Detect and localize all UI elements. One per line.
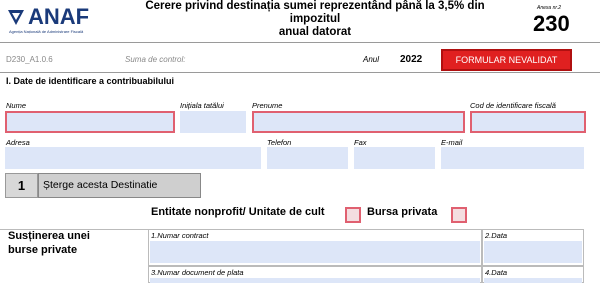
email-label: E-mail [441, 138, 463, 147]
data1-input[interactable] [484, 241, 582, 263]
anaf-logo: ANAF Agenția Națională de Administrare F… [6, 6, 126, 36]
entitate-checkbox[interactable] [345, 207, 361, 223]
title-line-1: Cerere privind destinația sumei reprezen… [145, 0, 485, 25]
fax-input[interactable] [354, 147, 435, 169]
title-line-2: anual datorat [278, 26, 352, 38]
prenume-input[interactable] [252, 111, 465, 133]
entitate-label: Entitate nonprofit/ Unitate de cult [151, 206, 325, 218]
form-code: D230_A1.0.6 [6, 55, 53, 64]
bursa-label: Bursa privata [367, 206, 438, 218]
adresa-label: Adresa [6, 138, 30, 147]
data2-label: 4.Data [485, 268, 508, 277]
nume-input[interactable] [5, 111, 175, 133]
prenume-label: Prenume [252, 101, 283, 110]
contract-label: 1.Numar contract [151, 231, 209, 240]
telefon-input[interactable] [267, 147, 348, 169]
contract-input[interactable] [150, 241, 480, 263]
bursa-title-line-1: Susținerea unei [8, 230, 90, 242]
data1-label: 2.Data [485, 231, 508, 240]
header-divider [0, 42, 600, 43]
control-sum-label: Suma de control: [125, 55, 186, 64]
form-number: 230 [533, 11, 570, 36]
bursa-title-line-2: burse private [8, 244, 78, 256]
delete-destination-button[interactable]: Șterge acesta Destinatie [38, 173, 201, 198]
data2-input[interactable] [484, 278, 582, 283]
email-input[interactable] [441, 147, 584, 169]
form-status-button[interactable]: FORMULAR NEVALIDAT [441, 49, 572, 71]
anaf-emblem-icon [8, 10, 24, 25]
section-title: I. Date de identificare a contribuabilul… [6, 76, 175, 86]
cod-fiscal-label: Cod de identificare fiscală [470, 101, 556, 110]
fax-label: Fax [354, 138, 367, 147]
adresa-input[interactable] [5, 147, 261, 169]
bursa-section-title: Susținerea unei burse private [8, 229, 148, 257]
plata-label: 3.Numar document de plata [151, 268, 244, 277]
telefon-label: Telefon [267, 138, 292, 147]
logo-subtitle: Agenția Națională de Administrare Fiscal… [9, 29, 84, 34]
plata-input[interactable] [150, 278, 480, 283]
year-label: Anul [363, 55, 380, 64]
initiala-input[interactable] [180, 111, 246, 133]
nume-label: Nume [6, 101, 27, 110]
destination-number: 1 [5, 173, 38, 198]
year-value[interactable]: 2022 [400, 54, 422, 65]
cod-fiscal-input[interactable] [470, 111, 586, 133]
logo-text: ANAF [28, 4, 90, 29]
meta-divider [0, 72, 600, 73]
initiala-label: Inițiala tatălui [180, 101, 224, 110]
bursa-checkbox[interactable] [451, 207, 467, 223]
document-title: Cerere privind destinația sumei reprezen… [140, 0, 490, 39]
